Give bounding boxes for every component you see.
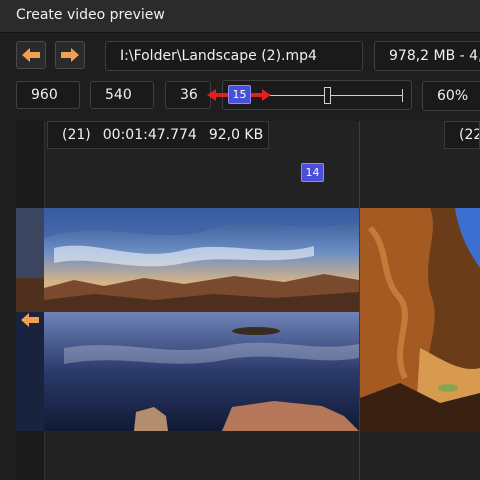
file-info-field: 978,2 MB - 4, — [374, 41, 480, 71]
frame-thumbnail-21[interactable] — [44, 208, 359, 431]
marker-badge: 14 — [301, 163, 324, 182]
file-path-text: I:\Folder\Landscape (2).mp4 — [120, 48, 317, 64]
scroll-left-icon[interactable] — [21, 313, 39, 327]
frame-timecode: 00:01:47.774 — [102, 127, 197, 143]
frame-index: (22 — [459, 127, 480, 143]
previous-file-button[interactable] — [16, 41, 46, 69]
zoom-field[interactable]: 60% — [422, 81, 480, 111]
frame-size: 92,0 KB — [208, 127, 264, 143]
frame-separator — [359, 121, 360, 480]
slider-value-badge: 15 — [228, 85, 251, 104]
file-info-text: 978,2 MB - 4, — [389, 48, 480, 64]
title-bar: Create video preview — [0, 0, 480, 33]
toolbar: I:\Folder\Landscape (2).mp4 978,2 MB - 4… — [0, 33, 480, 119]
frame-count-input[interactable]: 36 — [165, 81, 211, 109]
arrow-right-icon — [61, 48, 79, 62]
height-input[interactable]: 540 — [90, 81, 154, 109]
slider-end-tick — [402, 89, 403, 102]
height-value: 540 — [105, 87, 132, 103]
frame-info-label-22: (22 — [444, 121, 480, 149]
arrow-left-icon — [22, 48, 40, 62]
zoom-value: 60% — [437, 88, 469, 104]
slider-thumb[interactable] — [324, 87, 332, 104]
width-value: 960 — [31, 87, 58, 103]
file-path-field[interactable]: I:\Folder\Landscape (2).mp4 — [105, 41, 363, 71]
next-file-button[interactable] — [55, 41, 85, 69]
width-input[interactable]: 960 — [16, 81, 80, 109]
frame-index: (21) — [62, 127, 91, 143]
frame-thumbnail-22[interactable] — [360, 208, 480, 431]
frame-count-value: 36 — [180, 87, 198, 103]
window-title: Create video preview — [16, 7, 165, 23]
frame-info-label-21: (21) 00:01:47.774 92,0 KB — [47, 121, 269, 149]
